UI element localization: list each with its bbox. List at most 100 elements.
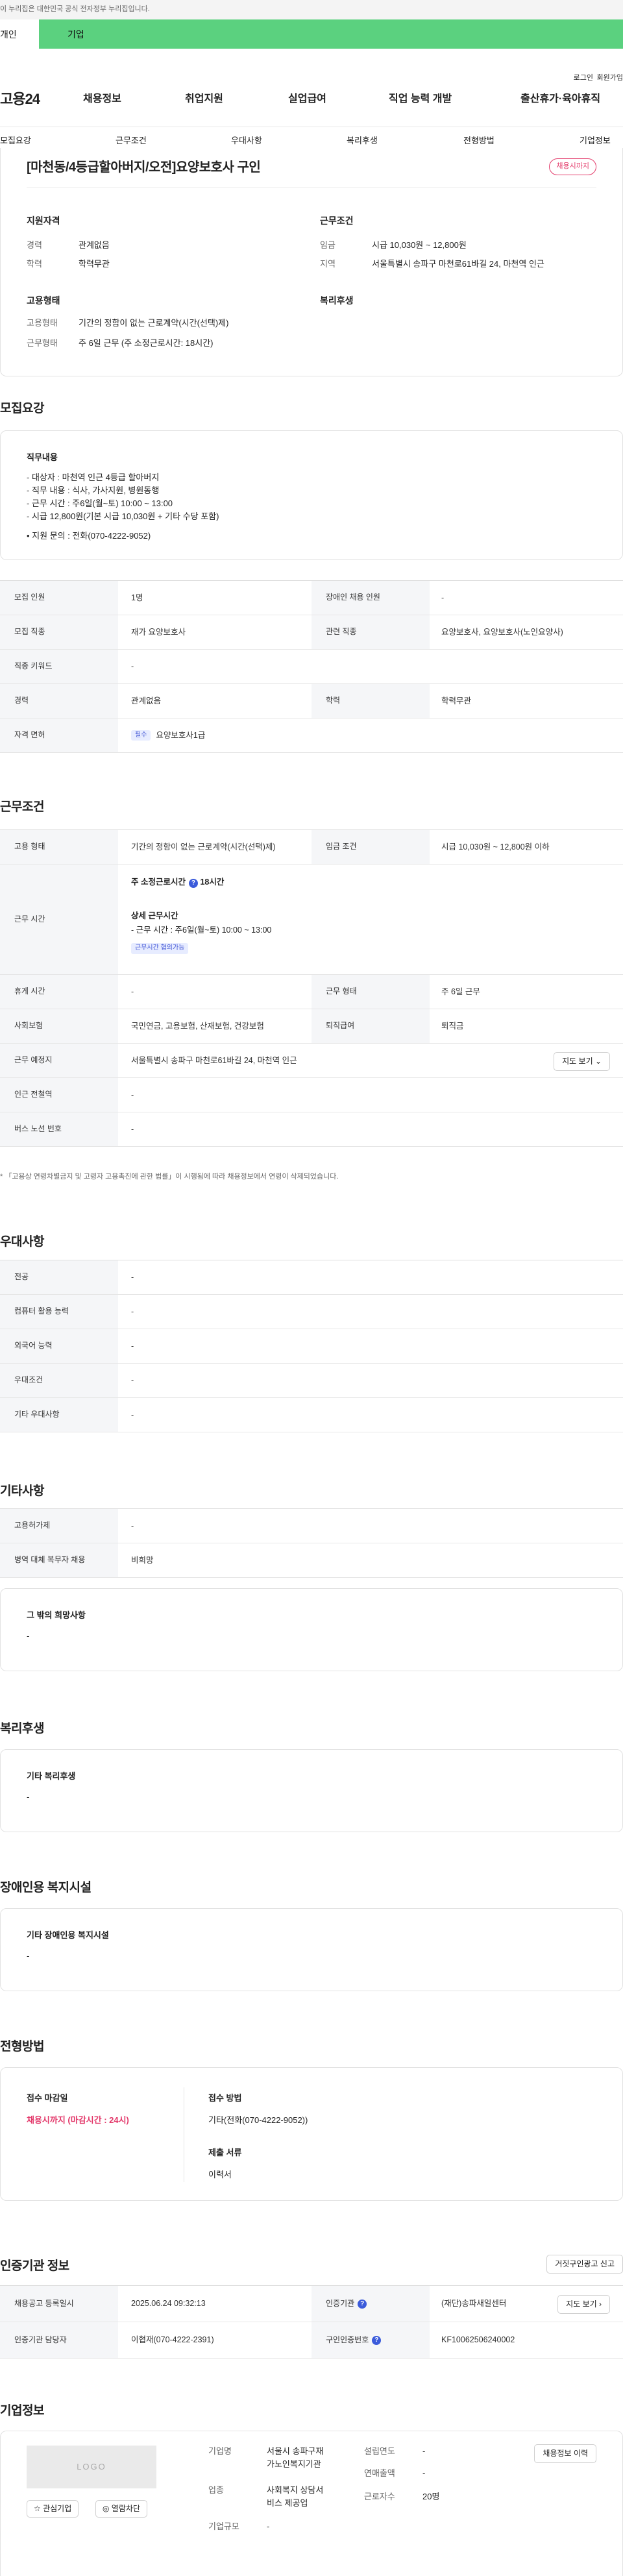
table-row: 인증기관 담당자 이협재(070-4222-2391) 구인인증번호? KF10… [0,2322,623,2359]
subnav-selection[interactable]: 전형방법 [463,135,495,147]
row-header: 자격 면허 [0,718,118,752]
row-value: 이협재(070-4222-2391) [131,2335,214,2345]
row-value: 주 6일 근무 [441,987,480,996]
report-false-ad-button[interactable]: 거짓구인광고 신고 [546,2255,623,2274]
agency-label: 인증기관 [326,2298,355,2308]
row-header: 모집 직종 [0,615,118,649]
method-value: 기타(전화(070-4222-9052)) [208,2115,308,2125]
cert-no-label: 구인인증번호 [326,2335,369,2344]
row-value: 퇴직금 [441,1021,464,1031]
subnav-conditions[interactable]: 근무조건 [116,135,147,147]
block-view-button[interactable]: ◎ 열람차단 [95,2500,147,2518]
gov-notice-bar: 이 누리집은 대한민국 공식 전자정부 누리집입니다. [0,0,623,19]
wish-label: 그 밖의 희망사항 [27,1610,86,1620]
company-name-value-2: 가노인복지기관 [267,2459,321,2469]
row-header: 휴게 시간 [0,975,118,1009]
gnb-jobs[interactable]: 채용정보 [83,92,121,106]
subnav-company[interactable]: 기업정보 [580,135,611,147]
negotiable-tag-wrap: 근무시간 협의가능 [131,940,193,954]
company-name-label: 기업명 [208,2446,232,2456]
row-header: 장애인 채용 인원 [312,581,430,615]
job-history-button[interactable]: 채용정보 이력 [534,2444,596,2464]
table-row: 경력 관계없음 학력 학력무관 [0,684,623,718]
table-row: 병역 대체 복무자 채용 비희망 [0,1543,623,1578]
conditions-table: 고용 형태 기간의 정함이 없는 근로계약(시간(선택)제) 임금 조건 시급 … [0,829,623,1147]
recruit-heading: 모집요강 [0,402,44,415]
table-row: 휴게 시간 - 근무 형태 주 6일 근무 [0,975,623,1009]
etc-table: 고용허가제 - 병역 대체 복무자 채용 비희망 [0,1508,623,1578]
row-value: - [441,593,445,602]
employment-heading: 고용형태 [27,295,60,306]
docs-value: 이력서 [208,2170,232,2179]
selection-heading: 전형방법 [0,2040,44,2054]
qualification-heading: 지원자격 [27,215,60,226]
subnav-preference[interactable]: 우대사항 [231,135,262,147]
table-row: 사회보험 국민연금, 고용보험, 산재보험, 건강보험 퇴직급여 퇴직금 [0,1009,623,1044]
conditions-section-heading: 근무조건 [0,800,44,814]
row-value: - [131,1375,134,1385]
help-icon[interactable]: ? [372,2335,382,2345]
industry-value-1: 사회복지 상담서 [267,2485,324,2495]
duty-line: - 시급 12,800원(기본 시급 10,030원 + 기타 수당 포함) [27,511,219,521]
table-row: 모집 인원 1명 장애인 채용 인원 - [0,581,623,615]
row-value: 관계없음 [131,696,162,705]
table-row: 직종 키워드 - [0,650,623,684]
sales-value: - [422,2468,426,2478]
row-value: 1명 [131,593,143,602]
gnb-parental-leave[interactable]: 출산휴가·육아휴직 [520,92,600,106]
row-value: - [131,1521,134,1530]
duty-label: 직무내용 [27,452,58,462]
duty-line: - 근무 시간 : 주6일(월~토) 10:00 ~ 13:00 [27,498,173,508]
agency-map-button[interactable]: 지도 보기 › [557,2295,610,2314]
row-header: 기타 우대사항 [0,1398,118,1432]
gnb-unemployment-benefit[interactable]: 실업급여 [288,92,326,106]
emptype-label: 고용형태 [27,318,58,328]
agency-heading: 인증기관 정보 [0,2259,69,2273]
company-card: LOGO ☆ 관심기업 ◎ 열람차단 기업명 서울시 송파구재 가노인복지기관 … [0,2431,623,2576]
row-value: 재가 요양보호사 [131,627,186,637]
site-logo[interactable]: 고용24 [0,89,78,110]
employees-label: 근로자수 [364,2492,395,2501]
row-value: - [131,1306,134,1316]
map-view-button[interactable]: 지도 보기 ⌄ [554,1052,610,1072]
row-header: 병역 대체 복무자 채용 [0,1543,118,1577]
docs-label: 제출 서류 [208,2148,242,2157]
row-value: 서울특별시 송파구 마천로61바길 24, 마천역 인근 [131,1055,297,1065]
row-value: - [131,1410,134,1419]
etc-heading: 기타사항 [0,1484,44,1498]
founded-label: 설립연도 [364,2446,395,2456]
tab-company[interactable]: 기업 [39,19,623,49]
required-tag: 필수 [131,730,151,741]
table-row: 전공 - [0,1260,623,1295]
favorite-company-button[interactable]: ☆ 관심기업 [27,2500,79,2518]
row-header: 임금 조건 [312,830,430,864]
disabled-facility-card: 기타 장애인용 복지시설 - [0,1908,623,1991]
row-value: (재단)송파새일센터 [441,2299,507,2309]
row-header: 버스 노선 번호 [0,1112,118,1146]
row-value: 시급 10,030원 ~ 12,800원 이하 [441,842,550,852]
education-label: 학력 [27,259,42,269]
tab-personal[interactable]: 개인 [0,19,39,49]
agency-table: 채용공고 등록일시 2025.06.24 09:32:13 인증기관? (재단)… [0,2285,623,2359]
weekly-hours-value: 18시간 [200,877,225,887]
gnb-employment-support[interactable]: 취업지원 [185,92,223,106]
subnav-welfare[interactable]: 복리후생 [347,135,378,147]
row-header: 경력 [0,684,118,718]
row-header: 인근 전철역 [0,1078,118,1112]
method-label: 접수 방법 [208,2093,242,2103]
help-icon[interactable]: ? [188,879,198,888]
area-value: 서울특별시 송파구 마천로61바길 24, 마천역 인근 [372,259,544,269]
divider [27,187,596,188]
company-logo: LOGO [27,2446,156,2488]
subnav-recruit[interactable]: 모집요강 [0,135,31,147]
gnb-vocational-training[interactable]: 직업 능력 개발 [389,92,452,106]
table-row: 고용허가제 - [0,1509,623,1543]
disabled-facility-value: - [27,1951,30,1961]
row-value: 국민연금, 고용보험, 산재보험, 건강보험 [131,1021,264,1031]
row-header: 채용공고 등록일시 [0,2286,118,2322]
help-icon[interactable]: ? [358,2299,367,2309]
row-header: 컴퓨터 활용 능력 [0,1295,118,1329]
founded-value: - [422,2446,426,2456]
career-label: 경력 [27,240,42,250]
row-header: 근무 예정지 [0,1044,118,1077]
